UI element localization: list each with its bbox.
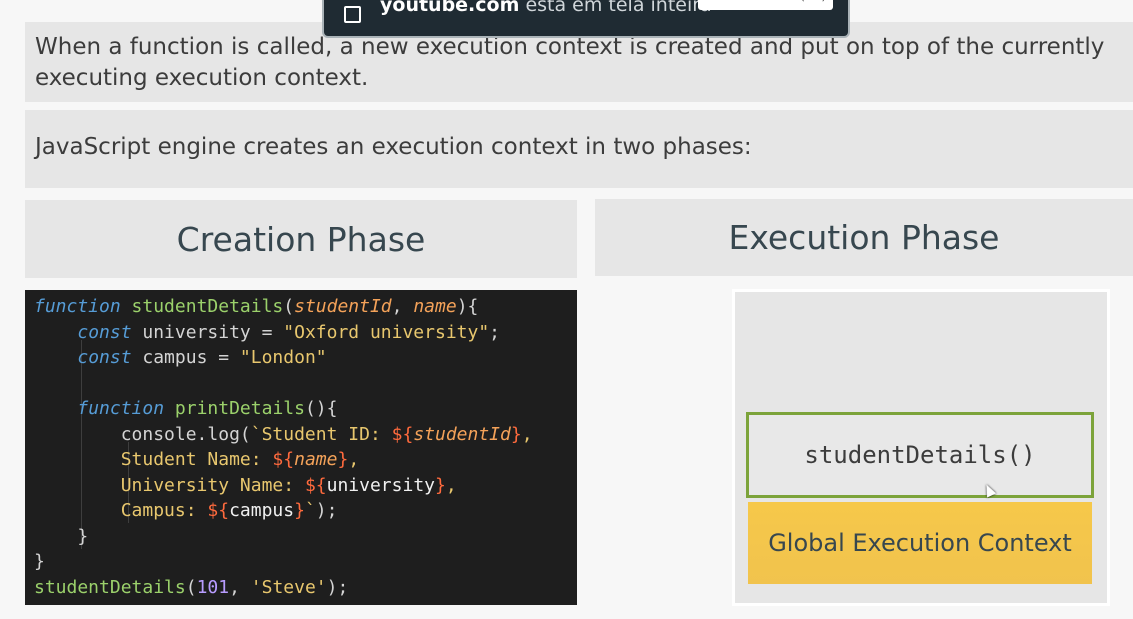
code-token: ${	[391, 423, 414, 445]
code-token: ${	[272, 449, 295, 470]
code-token: ,	[391, 296, 414, 317]
exit-fullscreen-button[interactable]: Sair da tela inteira (Esc)	[698, 0, 833, 10]
code-line: Student Name: ${name},	[34, 447, 577, 473]
fullscreen-message-text: está em tela inteira	[519, 0, 712, 16]
code-token: (	[185, 576, 197, 598]
code-token: }	[34, 551, 45, 572]
code-token: }	[435, 474, 446, 496]
code-line: const campus = "London"	[34, 345, 577, 371]
code-token: `Student ID:	[250, 423, 392, 445]
stack-frame-student-details: studentDetails()	[746, 412, 1094, 498]
code-token: );	[326, 576, 349, 598]
code-token: ,	[229, 576, 251, 598]
code-token: ${	[207, 500, 230, 521]
code-token: }	[510, 423, 522, 445]
code-token: "London"	[239, 347, 327, 368]
code-token: );	[315, 500, 338, 521]
code-token: University Name:	[34, 474, 305, 496]
code-line: Campus: ${campus}`);	[34, 498, 577, 524]
code-token: function	[77, 398, 165, 419]
code-token: studentId	[413, 423, 511, 445]
code-token: campus	[229, 500, 295, 521]
code-line: }	[34, 549, 577, 575]
fullscreen-message: youtube.com está em tela inteira	[380, 0, 712, 16]
code-token: const	[77, 321, 132, 343]
code-token: ${	[304, 474, 327, 496]
code-line: console.log(`Student ID: ${studentId},	[34, 422, 577, 448]
code-line: studentDetails(101, 'Steve');	[34, 575, 577, 601]
code-token: function	[34, 296, 121, 317]
execution-phase-heading: Execution Phase	[595, 199, 1133, 276]
code-token: }	[294, 500, 305, 521]
code-line: const university = "Oxford university";	[34, 320, 577, 346]
fullscreen-notification: youtube.com está em tela inteira Sair da…	[322, 0, 850, 38]
code-token: `	[304, 500, 316, 521]
code-token: "Oxford university"	[283, 321, 490, 343]
code-token: Campus:	[34, 500, 208, 521]
code-token: const	[77, 347, 132, 368]
code-token: ,	[445, 474, 457, 496]
code-token: Student Name:	[34, 449, 273, 470]
code-token: ,	[348, 449, 360, 470]
code-token: ,	[521, 423, 533, 445]
code-line: function printDetails(){	[34, 396, 577, 422]
phases-text: JavaScript engine creates an execution c…	[25, 110, 1133, 188]
code-token: }	[337, 449, 349, 470]
code-token: (){	[304, 398, 338, 419]
code-token: console.log(	[34, 423, 251, 445]
code-token: 101	[196, 576, 230, 598]
code-block: function studentDetails(studentId, name)…	[25, 290, 577, 605]
code-token: ;	[489, 321, 501, 343]
code-token: ){	[456, 296, 479, 317]
code-token: name	[413, 296, 457, 317]
fullscreen-icon	[344, 6, 361, 23]
code-token: studentDetails	[34, 576, 186, 598]
code-line: function studentDetails(studentId, name)…	[34, 294, 577, 320]
stack-frame-global-context: Global Execution Context	[748, 502, 1092, 584]
creation-phase-heading: Creation Phase	[25, 200, 577, 278]
code-token: name	[294, 449, 338, 470]
code-token: studentDetails	[131, 296, 284, 317]
fullscreen-site: youtube.com	[380, 0, 520, 16]
code-token: university	[326, 474, 435, 496]
code-line: University Name: ${university},	[34, 473, 577, 499]
code-token: studentId	[294, 296, 392, 317]
code-token: university =	[131, 321, 284, 343]
code-token: }	[34, 525, 89, 547]
code-token: (	[283, 296, 295, 317]
code-token: printDetails	[174, 398, 305, 419]
code-token: campus =	[131, 347, 240, 368]
code-token: 'Steve'	[250, 576, 327, 598]
code-line: }	[34, 524, 577, 550]
